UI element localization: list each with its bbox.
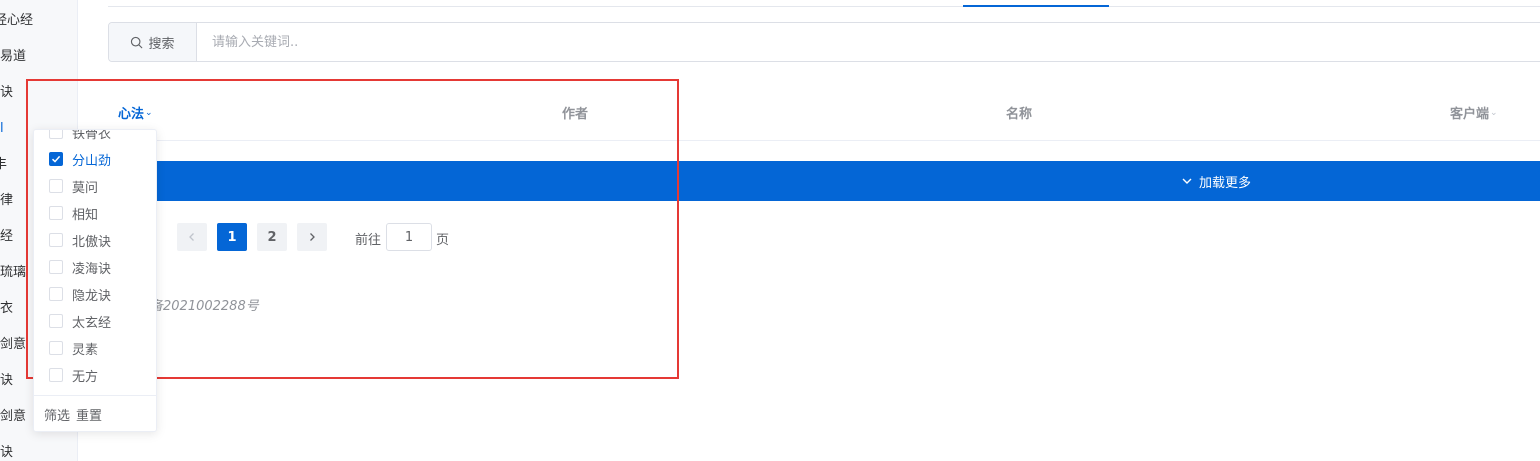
- filter-option-label: 铁骨衣: [72, 130, 112, 142]
- load-more-label: 加载更多: [1199, 175, 1252, 191]
- sidebar-item[interactable]: 诀: [0, 371, 13, 391]
- sidebar-item[interactable]: 经心经: [0, 11, 33, 31]
- search-button[interactable]: 搜索: [109, 23, 197, 61]
- sidebar-item[interactable]: 诀: [0, 83, 13, 103]
- filter-option-label: 隐龙诀: [72, 288, 112, 304]
- filter-option-label: 分山劲: [72, 153, 112, 169]
- sidebar-item[interactable]: 衣: [0, 299, 13, 319]
- filter-option[interactable]: 太玄经: [49, 311, 111, 331]
- filter-footer: 筛选 重置: [34, 395, 156, 431]
- filter-option-label: 太玄经: [72, 315, 112, 331]
- filter-option[interactable]: 分山劲: [49, 149, 111, 169]
- tabs-divider: [108, 6, 1540, 7]
- search-icon: [131, 36, 143, 48]
- sidebar-item[interactable]: 琉璃: [0, 263, 26, 283]
- column-filter-dropdown: 铁骨衣分山劲莫问相知北傲诀凌海诀隐龙诀太玄经灵素无方 筛选 重置: [33, 129, 157, 432]
- column-header-name: 名称: [1006, 103, 1032, 122]
- checkbox-icon[interactable]: [49, 341, 63, 355]
- sidebar-item-active[interactable]: l: [0, 119, 4, 139]
- filter-option-label: 凌海诀: [72, 261, 112, 277]
- checkbox-icon[interactable]: [49, 314, 63, 328]
- checkbox-icon[interactable]: [49, 130, 63, 139]
- active-tab-indicator: [963, 5, 1109, 7]
- checkbox-checked-icon[interactable]: [49, 152, 63, 166]
- checkbox-icon[interactable]: [49, 260, 63, 274]
- filter-option[interactable]: 隐龙诀: [49, 284, 111, 304]
- filter-option[interactable]: 北傲诀: [49, 230, 111, 250]
- column-header-client[interactable]: 客户端 ⌄: [1450, 103, 1498, 122]
- filter-option-label: 相知: [72, 207, 99, 223]
- search-bar: 搜索: [108, 22, 1540, 62]
- filter-option[interactable]: 凌海诀: [49, 257, 111, 277]
- filter-option[interactable]: 灵素: [49, 338, 98, 358]
- sidebar-item[interactable]: 易道: [0, 47, 26, 67]
- filter-confirm-button[interactable]: 筛选: [44, 405, 70, 424]
- sidebar-item[interactable]: 剑意: [0, 407, 26, 427]
- filter-option[interactable]: 莫问: [49, 176, 98, 196]
- sidebar-item[interactable]: 剑意: [0, 335, 26, 355]
- filter-option[interactable]: 相知: [49, 203, 98, 223]
- filter-options-list[interactable]: 铁骨衣分山劲莫问相知北傲诀凌海诀隐龙诀太玄经灵素无方: [34, 130, 156, 384]
- filter-option-label: 莫问: [72, 180, 99, 196]
- sidebar-item[interactable]: 诀: [0, 443, 13, 461]
- filter-option[interactable]: 无方: [49, 365, 98, 384]
- filter-option[interactable]: 铁骨衣: [49, 130, 111, 142]
- filter-caret-icon[interactable]: ⌄: [1490, 108, 1498, 118]
- filter-reset-button[interactable]: 重置: [76, 405, 102, 424]
- chevron-down-icon: [1182, 178, 1192, 184]
- filter-option-label: 北傲诀: [72, 234, 112, 250]
- checkbox-icon[interactable]: [49, 206, 63, 220]
- column-header-label: 名称: [1006, 107, 1033, 122]
- checkbox-icon[interactable]: [49, 179, 63, 193]
- sidebar-item[interactable]: 经: [0, 227, 13, 247]
- column-header-label: 客户端: [1450, 107, 1490, 122]
- checkbox-icon[interactable]: [49, 233, 63, 247]
- search-input[interactable]: [197, 23, 1540, 61]
- sidebar-item[interactable]: 丰: [0, 155, 7, 175]
- checkbox-icon[interactable]: [49, 287, 63, 301]
- search-button-label: 搜索: [148, 36, 175, 52]
- filter-option-label: 灵素: [72, 342, 99, 358]
- filter-option-label: 无方: [72, 369, 99, 385]
- checkbox-icon[interactable]: [49, 368, 63, 382]
- sidebar-item[interactable]: 律: [0, 191, 13, 211]
